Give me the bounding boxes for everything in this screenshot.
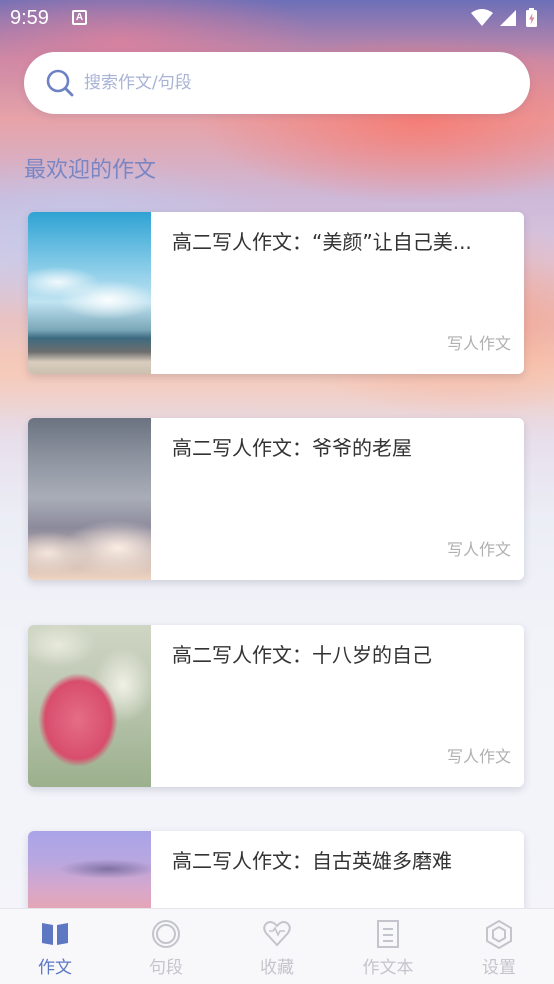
article-title: 高二写人作文：“美颜”让自己美... [172, 230, 472, 254]
book-icon [42, 923, 68, 945]
article-card[interactable]: 高二写人作文：“美颜”让自己美... 写人作文 [28, 212, 524, 374]
battery-charging-icon [526, 8, 537, 27]
nav-tab-notebook[interactable]: 作文本 [333, 909, 443, 984]
status-bar: 9:59 A [0, 0, 554, 36]
nav-label: 设置 [482, 958, 516, 978]
article-thumbnail [28, 212, 151, 374]
article-thumbnail [28, 418, 151, 580]
article-thumbnail [28, 625, 151, 787]
status-time: 9:59 [10, 7, 49, 29]
heart-icon [263, 921, 291, 947]
nav-label: 作文 [38, 958, 72, 978]
status-icons [471, 8, 537, 27]
article-title: 高二写人作文：十八岁的自己 [172, 643, 432, 667]
circle-icon [152, 920, 180, 948]
article-card[interactable]: 高二写人作文：十八岁的自己 写人作文 [28, 625, 524, 787]
search-input[interactable] [84, 66, 504, 100]
nav-tab-settings[interactable]: 设置 [444, 909, 554, 984]
article-tag: 写人作文 [446, 540, 511, 559]
nav-tab-sentences[interactable]: 句段 [111, 909, 221, 984]
nav-tab-favorites[interactable]: 收藏 [222, 909, 332, 984]
search-bar[interactable] [24, 52, 530, 114]
nav-tab-essay[interactable]: 作文 [0, 909, 110, 984]
article-tag: 写人作文 [446, 334, 511, 353]
wifi-icon [471, 9, 493, 26]
bottom-navigation: 作文 句段 收藏 作文本 设置 [0, 908, 554, 984]
nav-label: 句段 [149, 958, 183, 978]
nav-label: 收藏 [260, 958, 294, 978]
article-card[interactable]: 高二写人作文：爷爷的老屋 写人作文 [28, 418, 524, 580]
article-title: 高二写人作文：爷爷的老屋 [172, 436, 412, 460]
article-tag: 写人作文 [446, 747, 511, 766]
search-icon[interactable] [46, 69, 74, 97]
section-title: 最欢迎的作文 [24, 158, 157, 183]
signal-icon [500, 10, 516, 26]
article-title: 高二写人作文：自古英雄多磨难 [172, 849, 452, 873]
nav-label: 作文本 [362, 958, 414, 978]
notification-app-icon: A [72, 10, 87, 25]
hexagon-icon [486, 919, 512, 949]
notebook-icon [377, 920, 399, 948]
